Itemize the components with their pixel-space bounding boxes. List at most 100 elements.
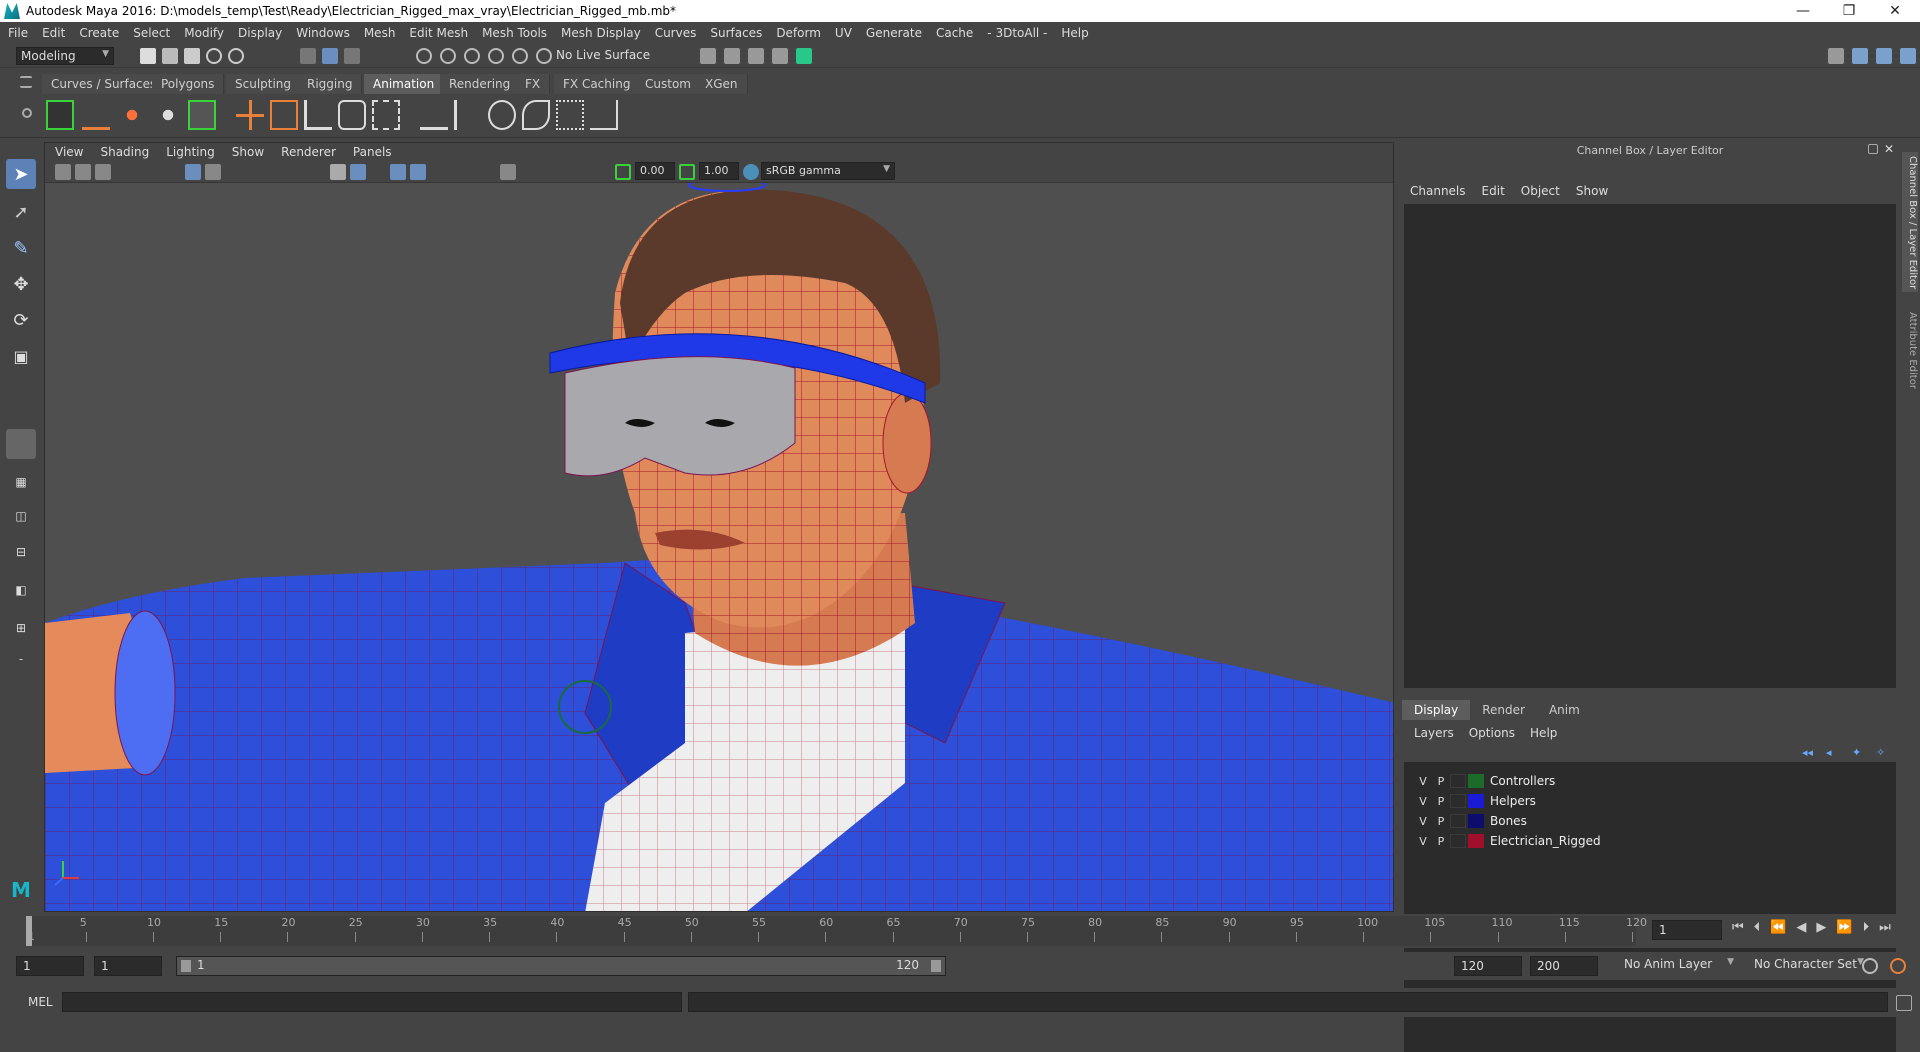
move-layer-down-icon[interactable]: ◂ (1826, 746, 1842, 762)
menu-curves[interactable]: Curves (655, 26, 697, 40)
unghost-icon[interactable] (154, 100, 182, 130)
parent-constraint-icon[interactable] (522, 100, 550, 130)
gamma-field[interactable]: 1.00 (699, 162, 739, 180)
create-locator-icon[interactable] (236, 100, 264, 130)
tab-sculpting[interactable]: Sculpting (226, 74, 302, 94)
close-panel-icon[interactable]: ✕ (1884, 142, 1900, 158)
help-menu[interactable]: Help (1530, 726, 1557, 740)
current-frame-field[interactable]: 1 (1652, 920, 1722, 940)
auto-key-icon[interactable] (1862, 958, 1878, 974)
persp-outliner-layout-icon[interactable]: ◧ (6, 575, 36, 605)
viewport-menu-renderer[interactable]: Renderer (281, 145, 336, 159)
exposure-field[interactable]: 0.00 (635, 162, 675, 180)
color-management-icon[interactable] (743, 164, 759, 180)
new-scene-icon[interactable] (140, 48, 156, 64)
vray-icon[interactable] (796, 48, 812, 64)
viewport-menu-show[interactable]: Show (232, 145, 264, 159)
close-button[interactable]: ✕ (1872, 0, 1918, 22)
orient-constraint-icon[interactable] (488, 100, 516, 130)
layer-visibility-toggle[interactable]: V (1414, 795, 1432, 808)
gamma-icon[interactable] (679, 164, 695, 180)
side-tab-channel-box[interactable]: Channel Box / Layer Editor (1902, 152, 1918, 292)
tab-fx-caching[interactable]: FX Caching (554, 74, 641, 94)
step-back-key-icon[interactable]: ⏪ (1770, 920, 1786, 935)
step-forward-icon[interactable]: ⏵ (1863, 920, 1870, 935)
range-slider-start-handle[interactable] (181, 960, 191, 972)
layer-visibility-toggle[interactable]: V (1414, 835, 1432, 848)
scale-tool-icon[interactable]: ▣ (6, 341, 36, 371)
rotate-tool-icon[interactable]: ⟳ (6, 305, 36, 335)
menu-edit[interactable]: Edit (42, 26, 65, 40)
layer-display-type[interactable] (1450, 834, 1466, 848)
persp-graph-layout-icon[interactable]: ⊟ (6, 537, 36, 567)
ipr-render-icon[interactable] (724, 48, 740, 64)
layer-row[interactable]: V P Electrician_Rigged (1414, 832, 1884, 850)
tab-fx[interactable]: FX (516, 74, 551, 94)
menu-set-dropdown[interactable]: Modeling ▼ (16, 47, 114, 65)
layer-display-type[interactable] (1450, 794, 1466, 808)
motion-trail-icon[interactable] (82, 100, 110, 130)
scale-constraint-icon[interactable] (556, 100, 584, 130)
layer-row[interactable]: V P Controllers (1414, 772, 1884, 790)
menu-generate[interactable]: Generate (866, 26, 922, 40)
more-layouts-icon[interactable]: - (6, 649, 36, 669)
command-input[interactable] (62, 992, 682, 1012)
open-scene-icon[interactable] (162, 48, 178, 64)
layer-playback-toggle[interactable]: P (1432, 815, 1450, 828)
shelf-settings-icon[interactable] (22, 108, 32, 118)
layer-playback-toggle[interactable]: P (1432, 775, 1450, 788)
channels-menu[interactable]: Channels (1410, 184, 1466, 198)
tab-rendering[interactable]: Rendering (440, 74, 521, 94)
set-key-icon[interactable] (46, 100, 74, 130)
move-tool-icon[interactable]: ✥ (6, 269, 36, 299)
outliner-layout-icon[interactable]: ⊞ (6, 613, 36, 643)
options-menu[interactable]: Options (1469, 726, 1515, 740)
ik-handle-icon[interactable] (304, 100, 332, 130)
new-empty-layer-icon[interactable]: ✦ (1852, 746, 1868, 762)
aim-constraint-icon[interactable] (454, 100, 482, 130)
layer-row[interactable]: V P Bones (1414, 812, 1884, 830)
layer-display-type[interactable] (1450, 774, 1466, 788)
side-tab-attribute-editor[interactable]: Attribute Editor (1902, 308, 1918, 418)
redo-icon[interactable] (228, 48, 244, 64)
layers-menu[interactable]: Layers (1414, 726, 1454, 740)
film-gate-icon[interactable] (205, 164, 221, 180)
layer-display-type[interactable] (1450, 814, 1466, 828)
live-surface-field[interactable]: No Live Surface (552, 47, 656, 65)
four-view-layout-icon[interactable]: ▦ (6, 467, 36, 497)
point-constraint-icon[interactable] (420, 100, 448, 130)
snap-live-icon[interactable] (512, 48, 528, 64)
grid-icon[interactable] (185, 164, 201, 180)
snap-curve-icon[interactable] (440, 48, 456, 64)
play-forward-icon[interactable]: ▶ (1816, 920, 1826, 935)
lasso-tool-icon[interactable]: ➚ (6, 197, 36, 227)
layer-color-swatch[interactable] (1468, 814, 1484, 828)
ik-spline-icon[interactable] (338, 100, 366, 130)
menu-windows[interactable]: Windows (296, 26, 350, 40)
anim-layer-dropdown[interactable]: No Anim Layer ▼ (1620, 956, 1738, 976)
bind-skin-icon[interactable] (372, 100, 400, 130)
move-layer-up-icon[interactable]: ◂◂ (1802, 746, 1818, 762)
layer-playback-toggle[interactable]: P (1432, 795, 1450, 808)
save-scene-icon[interactable] (184, 48, 200, 64)
tab-polygons[interactable]: Polygons (152, 74, 225, 94)
layer-color-swatch[interactable] (1468, 794, 1484, 808)
exposure-icon[interactable] (615, 164, 631, 180)
textured-icon[interactable] (410, 164, 426, 180)
menu-mesh-tools[interactable]: Mesh Tools (482, 26, 547, 40)
pole-vector-icon[interactable] (590, 100, 618, 130)
3d-scene[interactable] (45, 178, 1393, 911)
isolate-select-icon[interactable] (500, 164, 516, 180)
command-language-label[interactable]: MEL (28, 995, 53, 1009)
menu-surfaces[interactable]: Surfaces (710, 26, 762, 40)
select-object-icon[interactable] (322, 48, 338, 64)
layer-visibility-toggle[interactable]: V (1414, 775, 1432, 788)
playback-end-field[interactable]: 120 (1454, 956, 1522, 976)
play-backward-icon[interactable]: ◀ (1796, 920, 1806, 935)
undo-icon[interactable] (206, 48, 222, 64)
tab-render[interactable]: Render (1470, 700, 1537, 720)
snap-point-icon[interactable] (464, 48, 480, 64)
layout-toggle-icon[interactable] (1828, 48, 1844, 64)
smooth-shade-icon[interactable] (350, 164, 366, 180)
maximize-button[interactable]: ❐ (1826, 0, 1872, 22)
